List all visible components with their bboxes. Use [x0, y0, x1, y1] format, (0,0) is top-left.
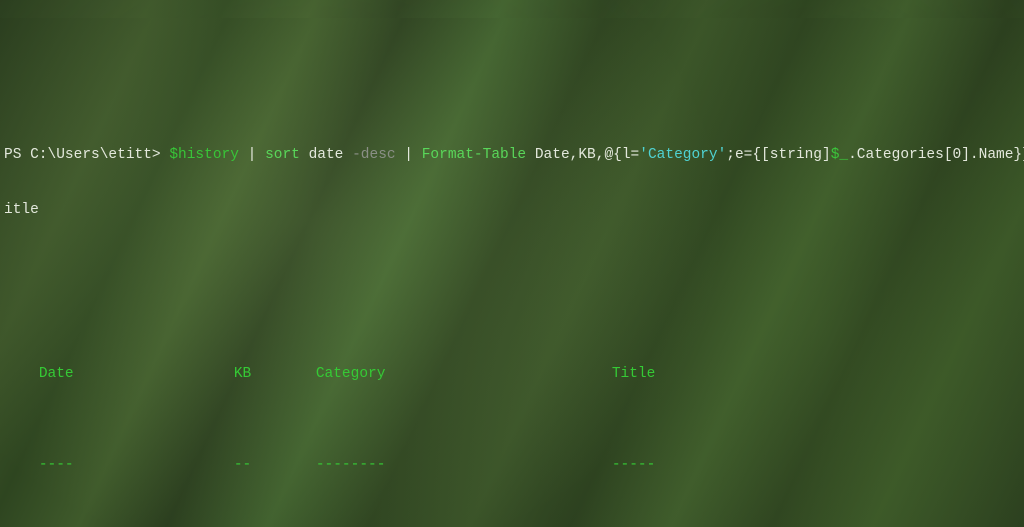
header-kb: KB: [234, 365, 316, 383]
ft-args-1: Date,KB,@{l=: [526, 147, 639, 163]
ft-args-3: .Categories[0].Name}},T: [848, 147, 1024, 163]
underline-title: -----: [612, 456, 1024, 474]
opt-desc: -desc: [352, 147, 396, 163]
header-title: Title: [612, 365, 1024, 383]
blank-line: [4, 274, 1020, 292]
underline-category: --------: [316, 456, 612, 474]
prompt-line-wrap: itle: [4, 201, 1020, 219]
terminal-output[interactable]: PS C:\Users\etitt> $history | sort date …: [0, 91, 1024, 527]
table-header: DateKBCategoryTitle: [4, 347, 1020, 402]
ft-args-2: ;e={[string]: [726, 147, 830, 163]
cmd-history: $history: [169, 147, 239, 163]
prompt-prefix: PS C:\Users\etitt>: [4, 147, 169, 163]
cmd-sort: sort: [265, 147, 300, 163]
arg-date: date: [300, 147, 352, 163]
pipeline-var: $_: [831, 147, 848, 163]
underline-kb: --: [234, 456, 316, 474]
table-header-underline: -------------------: [4, 438, 1020, 493]
underline-date: ----: [39, 456, 234, 474]
header-date: Date: [39, 365, 234, 383]
pipe-2: |: [396, 147, 422, 163]
pipe-1: |: [239, 147, 265, 163]
header-category: Category: [316, 365, 612, 383]
prompt-line: PS C:\Users\etitt> $history | sort date …: [4, 146, 1020, 164]
cmd-format-table: Format-Table: [422, 147, 526, 163]
prompt-line2: itle: [4, 202, 39, 218]
str-category: 'Category': [639, 147, 726, 163]
